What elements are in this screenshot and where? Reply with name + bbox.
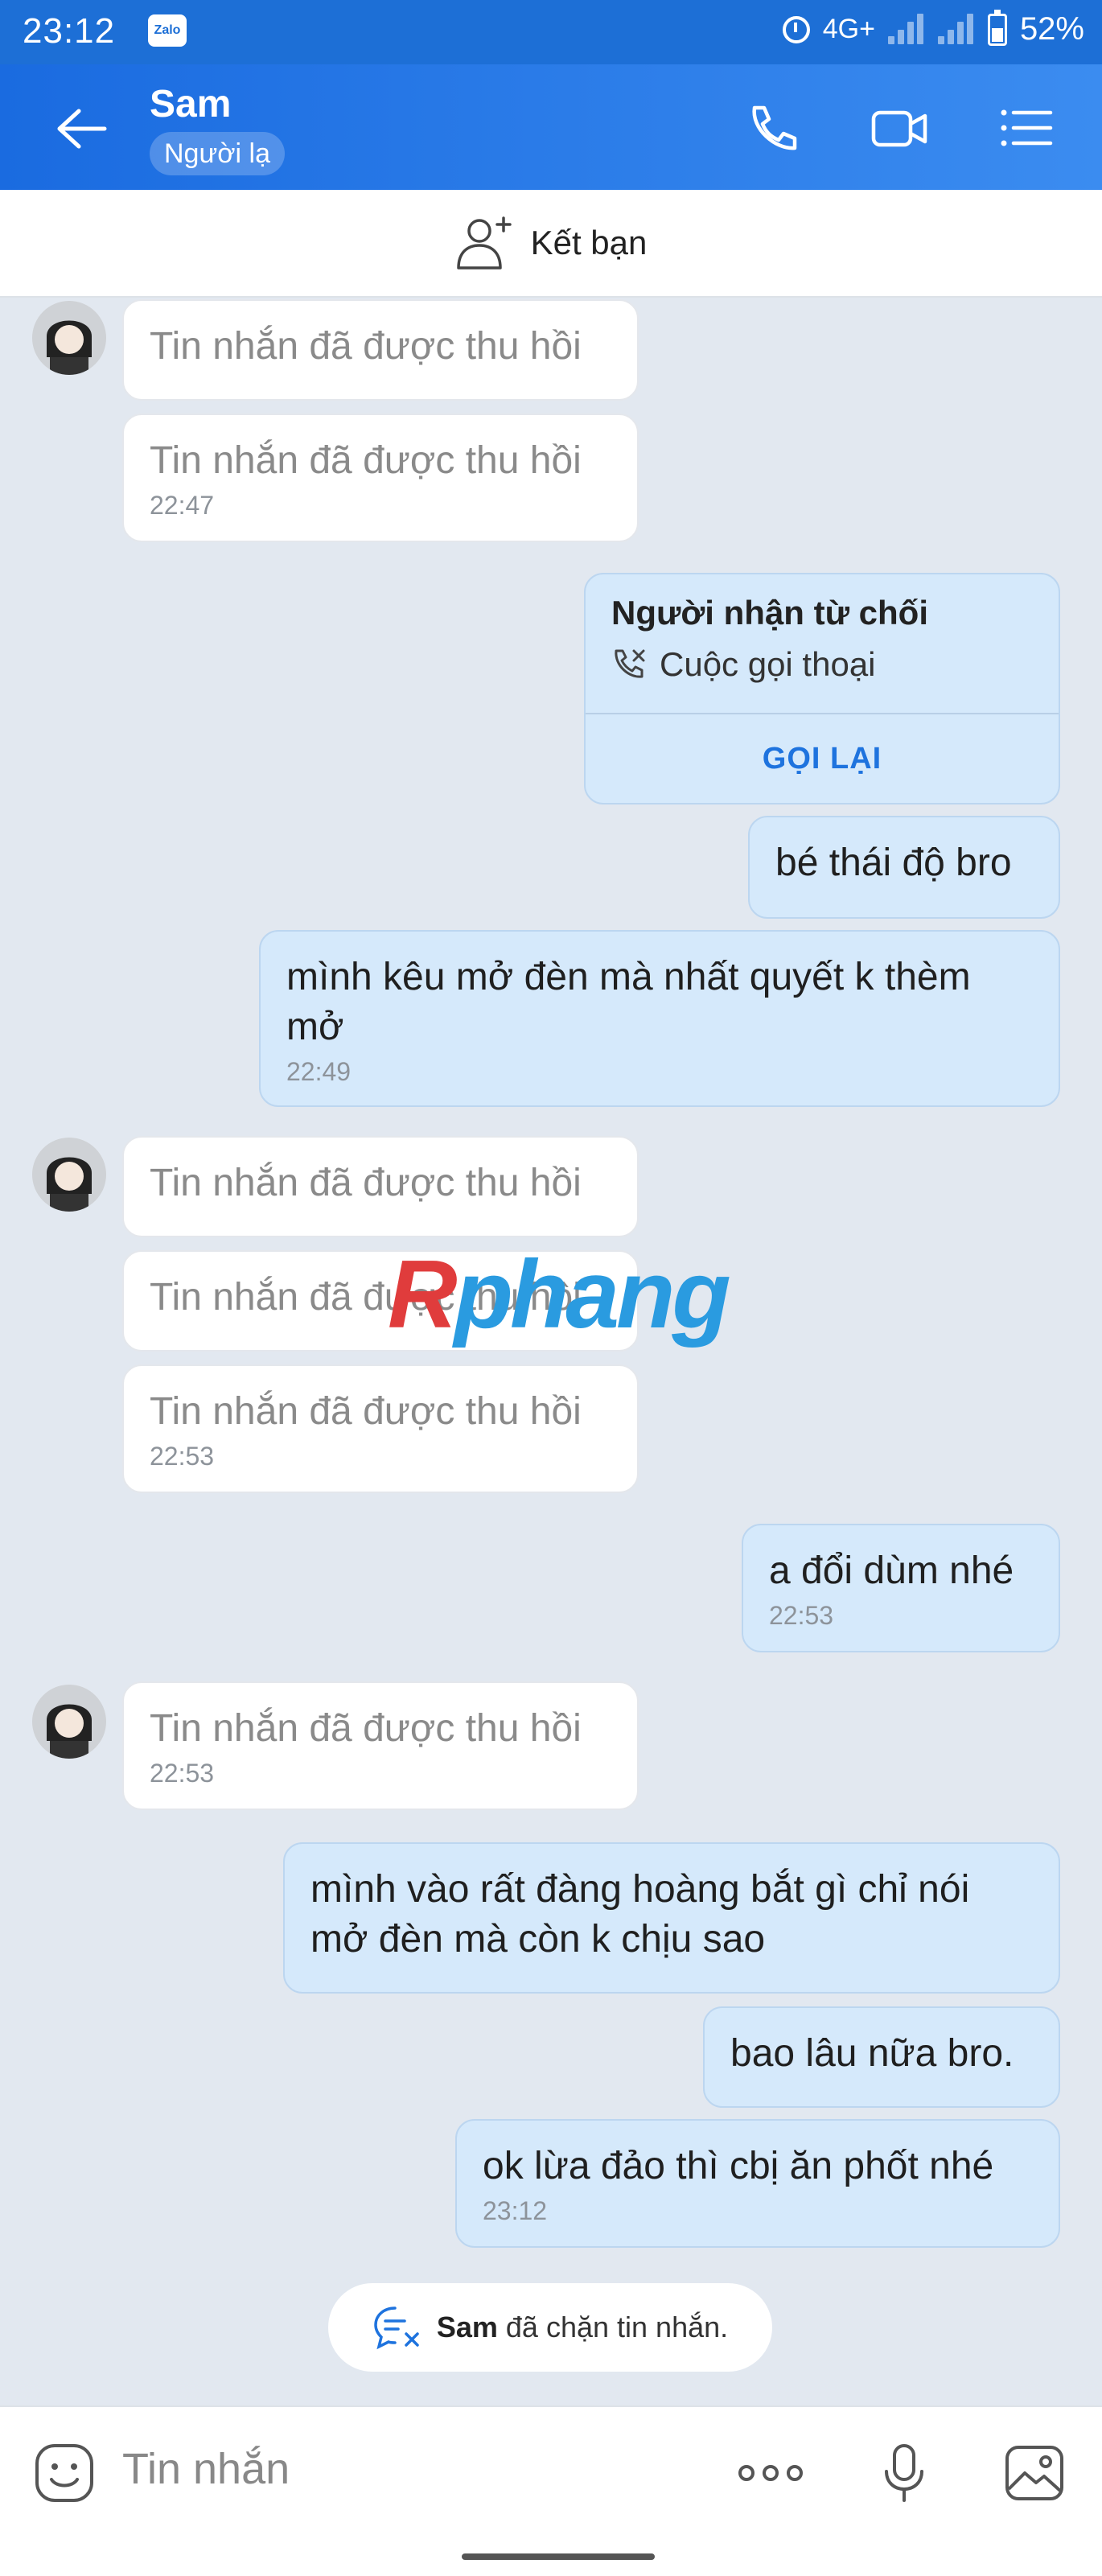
network-type: 4G+ (822, 14, 875, 44)
message-text: mình kêu mở đèn mà nhất quyết k thèm mở (286, 956, 971, 1048)
message-bubble[interactable]: Tin nhắn đã được thu hồi (122, 299, 639, 401)
message-bubble[interactable]: Tin nhắn đã được thu hồi (122, 1136, 639, 1237)
message-bubble[interactable]: mình kêu mở đèn mà nhất quyết k thèm mở … (259, 930, 1060, 1107)
call-card: Người nhận từ chối Cuộc gọi thoại GỌI LẠ… (584, 573, 1060, 804)
battery-icon (987, 9, 1007, 46)
call-type: Cuộc gọi thoại (611, 645, 876, 684)
message-bubble[interactable]: bao lâu nữa bro. (703, 2006, 1060, 2108)
message-time: 23:12 (483, 2196, 548, 2225)
microphone-icon[interactable] (872, 2441, 936, 2505)
contact-name[interactable]: Sam (150, 82, 231, 126)
more-options-icon[interactable] (735, 2441, 806, 2505)
message-text: bao lâu nữa bro. (730, 2032, 1014, 2075)
message-text: Tin nhắn đã được thu hồi (150, 439, 582, 482)
avatar[interactable] (32, 1138, 106, 1212)
video-call-icon[interactable] (870, 101, 928, 154)
missed-call-icon (615, 649, 645, 678)
message-text: a đổi dùm nhé (769, 1549, 1014, 1592)
blocked-by-name: Sam (436, 2311, 498, 2344)
message-time: 22:49 (286, 1057, 352, 1086)
status-time: 23:12 (23, 11, 116, 51)
message-text: Tin nhắn đã được thu hồi (150, 1162, 582, 1204)
message-time: 22:47 (150, 491, 215, 520)
message-input[interactable]: Tin nhắn (122, 2444, 290, 2494)
message-bubble[interactable]: ok lừa đảo thì cbị ăn phốt nhé 23:12 (455, 2119, 1060, 2248)
blocked-message-icon (374, 2306, 419, 2350)
add-friend-label: Kết bạn (530, 224, 648, 261)
message-bubble[interactable]: Tin nhắn đã được thu hồi 22:47 (122, 414, 639, 542)
sticker-emoji-icon[interactable] (32, 2441, 97, 2505)
status-bar: 23:12 Zalo 4G+ 52% (0, 0, 1102, 64)
message-bubble[interactable]: Tin nhắn đã được thu hồi 22:53 (122, 1364, 639, 1493)
image-gallery-icon[interactable] (1002, 2441, 1067, 2505)
message-time: 22:53 (150, 1759, 215, 1788)
blocked-text: đã chặn tin nhắn. (497, 2311, 729, 2344)
message-text: Tin nhắn đã được thu hồi (150, 1707, 582, 1750)
call-status-title: Người nhận từ chối (611, 594, 928, 632)
message-text: Tin nhắn đã được thu hồi (150, 325, 582, 368)
avatar[interactable] (32, 1685, 106, 1759)
message-bubble[interactable]: Tin nhắn đã được thu hồi 22:53 (122, 1681, 639, 1810)
stranger-badge: Người lạ (150, 132, 285, 175)
signal-icon (887, 13, 925, 46)
chat-header: Sam Người lạ (0, 64, 1102, 190)
alarm-icon (782, 15, 810, 43)
home-indicator[interactable] (462, 2553, 655, 2560)
message-time: 22:53 (150, 1442, 215, 1471)
back-arrow-icon[interactable] (50, 105, 114, 153)
message-text: ok lừa đảo thì cbị ăn phốt nhé (483, 2145, 994, 2187)
menu-list-icon[interactable] (997, 101, 1055, 154)
message-bubble[interactable]: mình vào rất đàng hoàng bắt gì chỉ nói m… (283, 1842, 1060, 1994)
message-bubble[interactable]: bé thái độ bro (748, 816, 1060, 919)
phone-call-icon[interactable] (743, 101, 801, 154)
watermark-logo: Rphang (388, 1241, 731, 1348)
add-friend-icon (456, 216, 512, 270)
message-bubble[interactable]: a đổi dùm nhé 22:53 (742, 1524, 1060, 1652)
message-text: Tin nhắn đã được thu hồi (150, 1390, 582, 1433)
zalo-notification-icon: Zalo (148, 14, 187, 47)
message-time: 22:53 (769, 1601, 834, 1630)
avatar[interactable] (32, 301, 106, 375)
message-text: bé thái độ bro (775, 842, 1012, 884)
message-input-bar: Tin nhắn (0, 2405, 1102, 2576)
blocked-notice: Sam đã chặn tin nhắn. (328, 2283, 772, 2372)
signal-icon (937, 13, 975, 46)
call-back-button[interactable]: GỌI LẠI (586, 714, 1059, 803)
call-type-label: Cuộc gọi thoại (660, 645, 876, 683)
message-text: mình vào rất đàng hoàng bắt gì chỉ nói m… (310, 1868, 970, 1961)
add-friend-bar[interactable]: Kết bạn (0, 190, 1102, 298)
battery-level: 52% (1019, 11, 1084, 47)
